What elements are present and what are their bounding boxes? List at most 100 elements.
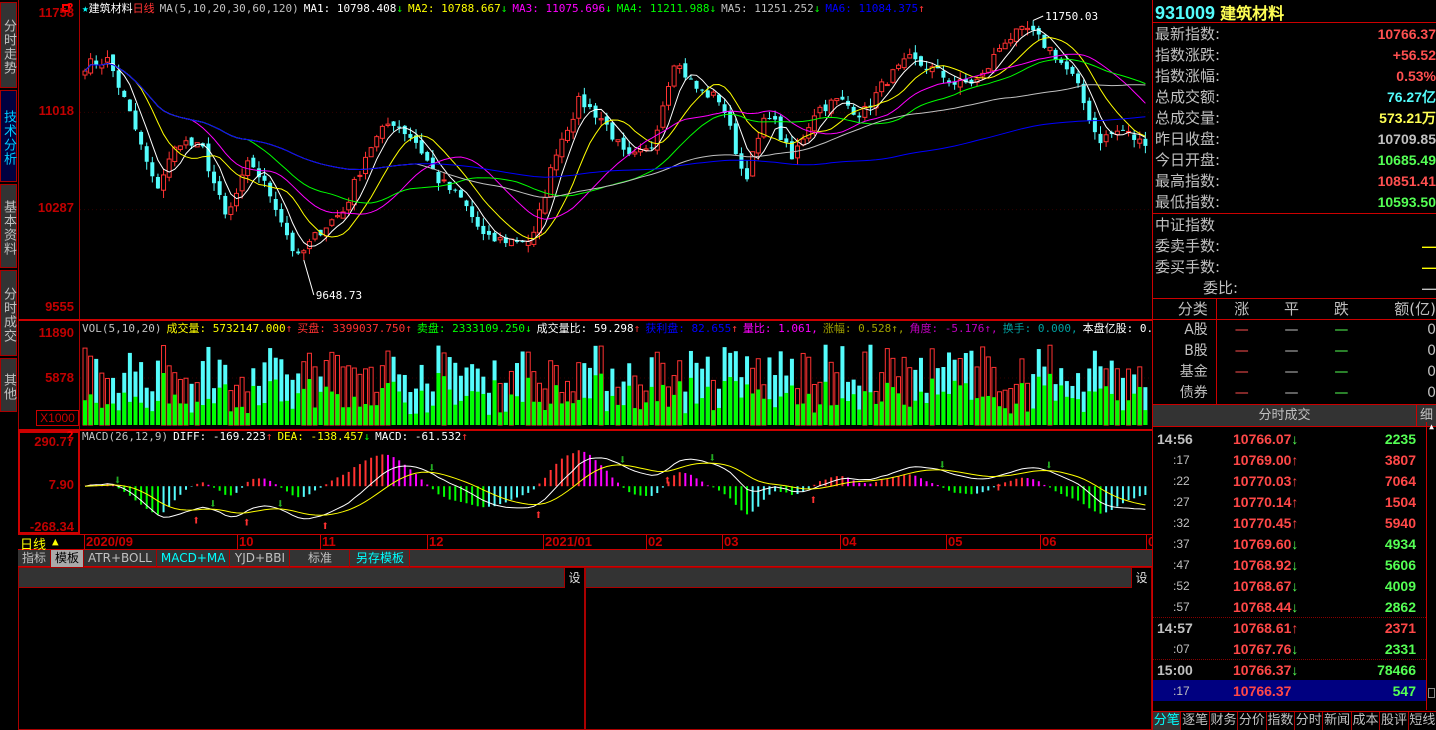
quote-label: 最低指数: [1155,193,1221,211]
candle [1053,49,1058,61]
volume-sell-bar [1081,411,1086,425]
bottom-tab[interactable]: 财务 [1210,712,1239,730]
tick-row[interactable]: :27 10770.14↑ 1504 [1153,491,1426,512]
template-tab[interactable]: 指标 [18,550,52,567]
template-tab[interactable]: 另存模板 [350,550,411,567]
volume-sell-bar [784,392,789,425]
tick-row[interactable]: :52 10768.67↓ 4009 [1153,575,1426,596]
volume-sell-bar [127,401,132,425]
tick-price: 10770.45↑ [1233,514,1299,531]
settings-button[interactable]: 设 [564,568,584,588]
tick-volume: 78466 [1377,662,1416,678]
tick-row[interactable]: :37 10769.60↓ 4934 [1153,533,1426,554]
tick-row[interactable]: :32 10770.45↑ 5940 [1153,512,1426,533]
volume-sell-bar [223,384,228,425]
tick-time: :37 [1173,536,1190,551]
quote-value: — [1422,237,1436,254]
candle [1047,46,1053,52]
volume-sell-bar [341,407,346,425]
volume-sell-bar [273,379,278,425]
quote-label: 委比: [1203,279,1239,297]
volume-sell-bar [975,398,980,425]
candle [391,121,396,126]
bottom-tab[interactable]: 分价 [1238,712,1267,730]
settings-button[interactable]: 设 [1131,568,1151,588]
volume-sell-bar [335,394,340,425]
candle [279,209,284,223]
category-name: A股 [1153,320,1217,341]
bottom-tab[interactable]: 股评 [1380,712,1409,730]
tick-row[interactable]: :57 10768.44↓ 2862 [1153,596,1426,617]
category-flat: — [1284,343,1299,359]
candle [492,232,497,242]
bottom-tab[interactable]: 短线 [1409,712,1436,730]
tick-row[interactable]: :22 10770.03↑ 7064 [1153,470,1426,491]
candle [621,137,626,150]
bottom-tab[interactable]: 分笔 [1153,712,1182,730]
ticks-scrollbar[interactable]: ▲ [1426,422,1436,710]
volume-sell-bar [189,412,194,425]
low-marker-line [303,259,315,296]
volume-sell-bar [94,402,99,425]
template-tab[interactable]: 标准 [290,550,351,567]
template-tab[interactable]: 模板 [51,550,85,567]
tick-volume: 4009 [1384,577,1416,594]
quote-row: 今日开盘: 10685.49 [1155,149,1436,170]
left-tab[interactable]: 其他 [0,358,17,412]
candle [649,147,654,149]
date-tick: 04 [840,534,857,549]
tick-row[interactable]: :07 10767.76↓ 2331 [1153,638,1426,659]
bottom-tab[interactable]: 指数 [1267,712,1296,730]
tick-volume: 5606 [1384,556,1416,573]
tick-row[interactable]: :17 10766.37 547 [1153,680,1426,701]
candle [402,125,407,135]
tick-time: :47 [1173,557,1190,572]
volume-sell-bar [1025,411,1030,425]
volume-sell-bar [1098,388,1103,425]
triangle-up-icon[interactable]: ▲ [52,535,59,548]
tick-row[interactable]: :17 10769.00↑ 3807 [1153,449,1426,470]
template-tab[interactable]: YJD+BBI [230,550,291,567]
tick-row[interactable]: :47 10768.92↓ 5606 [1153,554,1426,575]
volume-sell-bar [638,409,643,425]
scroll-thumb[interactable] [1428,688,1435,698]
volume-sell-bar [391,381,396,425]
tick-price: 10768.67↓ [1233,577,1299,594]
tick-price: 10769.60↓ [1233,535,1299,552]
left-tab[interactable]: 分时走势 [0,2,17,88]
golden-cross-arrow-icon: ⬆ [809,493,817,508]
quote-label: 委买手数: [1155,258,1221,276]
kline-chart[interactable]: 11750.039648.73⬇⬆⬇⬆⬇⬆⬇⬆⬇⬆⬇⬆⬇⬆⬇ [80,0,1152,534]
volume-sell-bar [924,402,929,425]
tick-time: :22 [1173,473,1190,488]
tick-row[interactable]: 15:00 10766.37↓ 78466 [1153,659,1426,680]
bottom-tab[interactable]: 分时 [1295,712,1324,730]
left-tab[interactable]: 基本资料 [0,184,17,268]
candle [296,251,301,254]
volume-sell-bar [801,403,806,425]
volume-sell-bar [150,411,155,425]
template-tab[interactable]: MACD+MA [157,550,231,567]
left-tab[interactable]: 技术分析 [0,90,17,182]
volume-sell-bar [329,391,334,425]
quote-label: 最新指数: [1155,25,1221,43]
template-tab[interactable]: ATR+BOLL [84,550,157,567]
volume-sell-bar [498,412,503,425]
date-tick: 2020/09 [84,534,133,549]
scroll-up-icon[interactable]: ▲ [1427,422,1436,431]
volume-sell-bar [324,386,329,425]
bottom-tab[interactable]: 成本 [1352,712,1381,730]
volume-sell-bar [773,407,778,425]
candle [212,171,217,184]
arrow-down-icon: ↓ [1291,662,1299,678]
bottom-panel-left: 设 [18,567,585,730]
tick-row[interactable]: 14:56 10766.07↓ 2235 [1153,428,1426,449]
volume-sell-bar [453,404,458,425]
bottom-tab[interactable]: 新闻 [1323,712,1352,730]
tick-row[interactable]: 14:57 10768.61↑ 2371 [1153,617,1426,638]
volume-sell-bar [548,403,553,425]
left-tab[interactable]: 分时成交 [0,270,17,356]
candle [1019,25,1025,30]
candle [598,118,604,121]
bottom-tab[interactable]: 逐笔 [1181,712,1210,730]
